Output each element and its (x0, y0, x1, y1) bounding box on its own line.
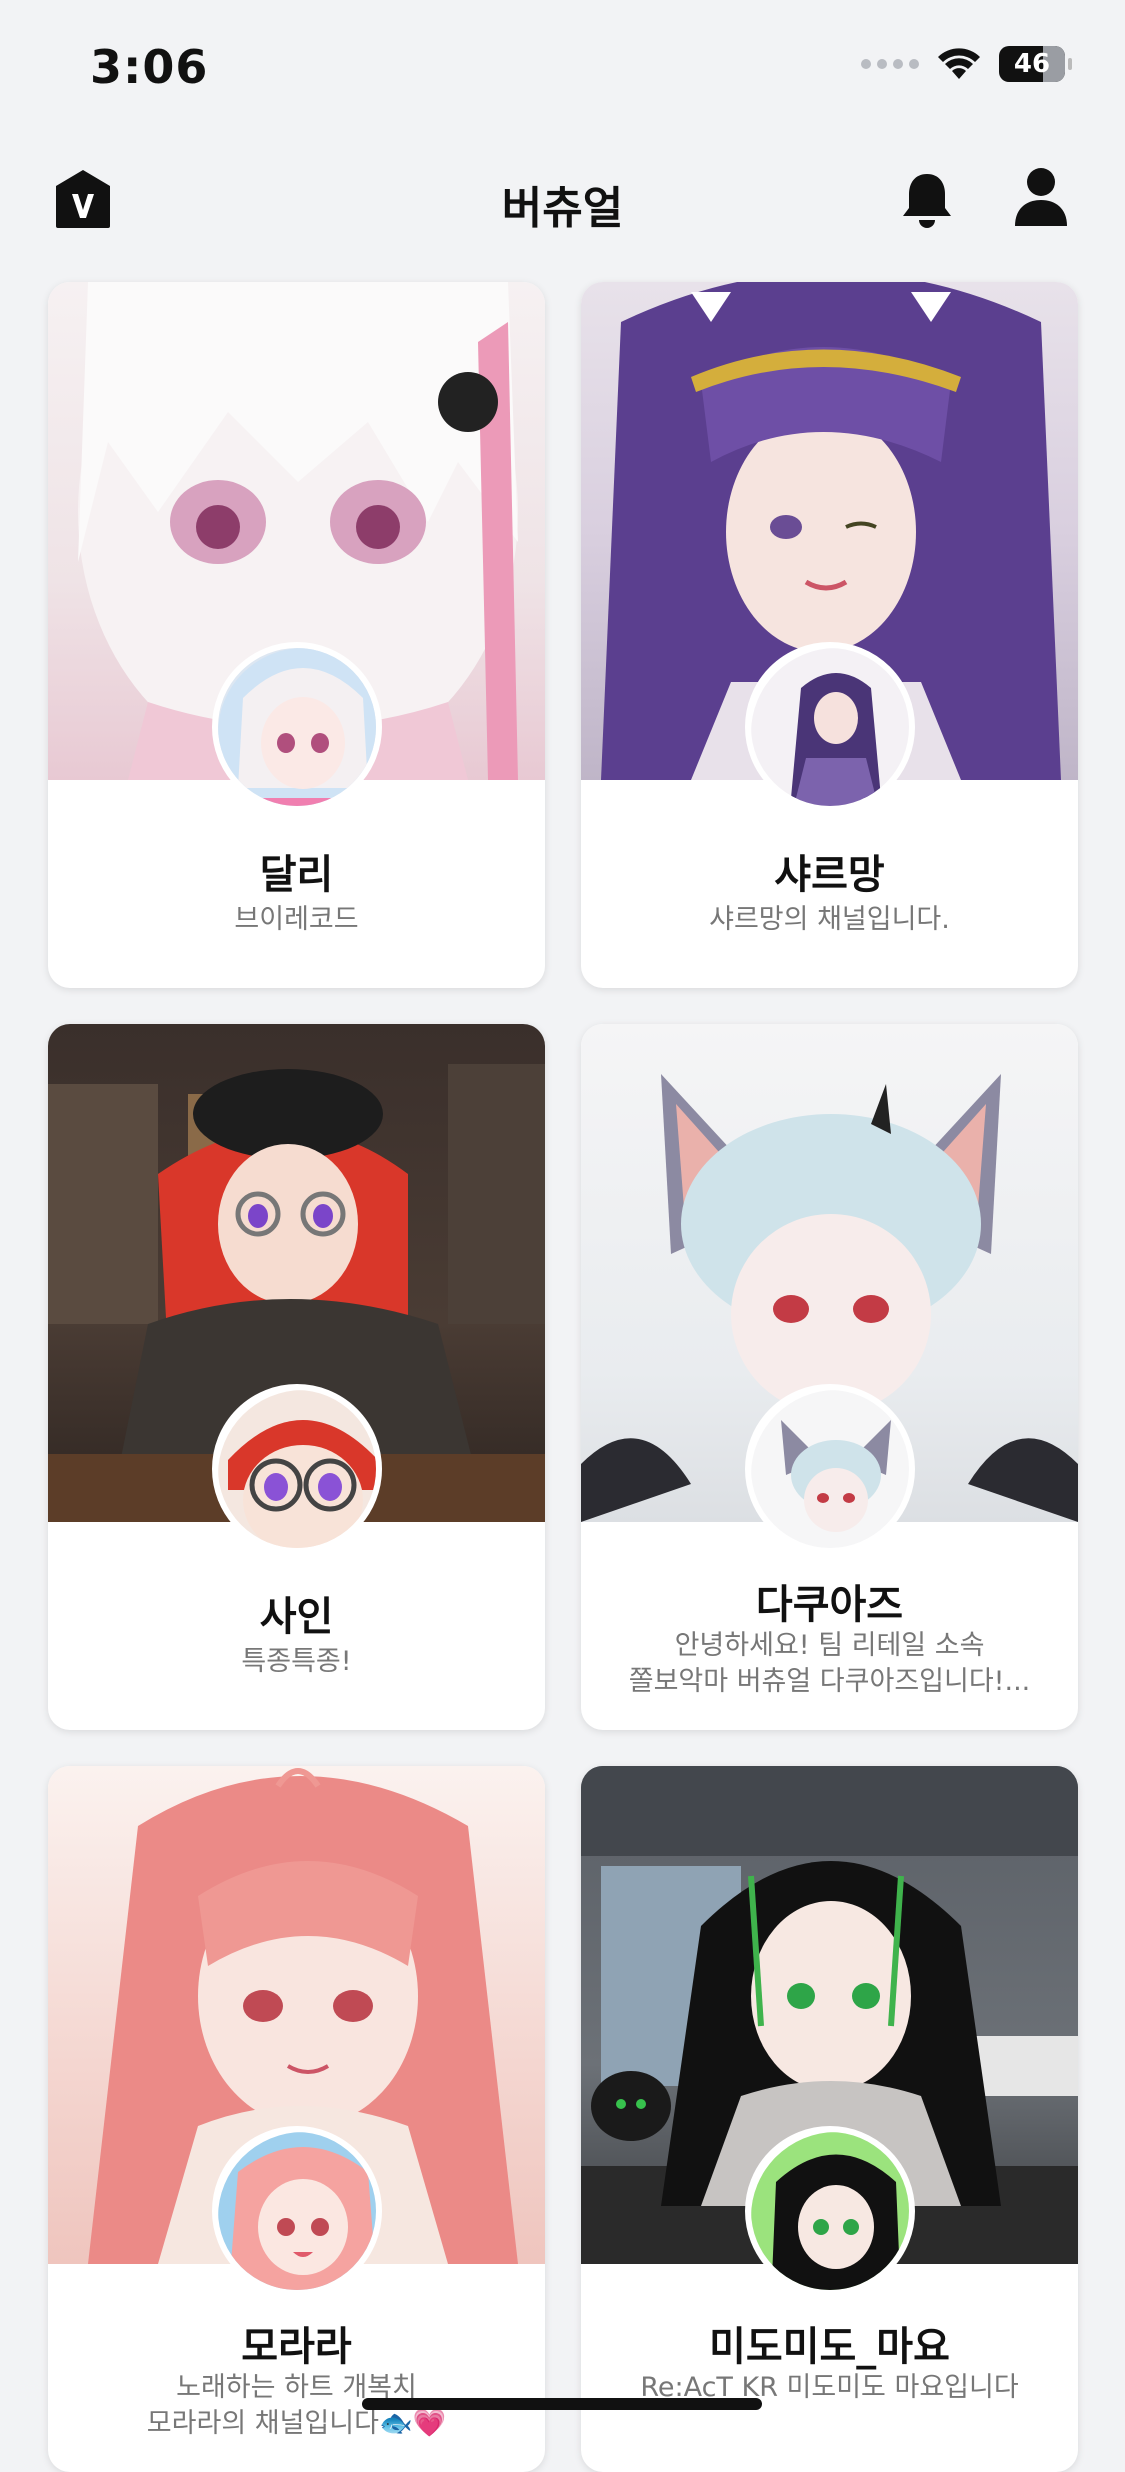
page-title: 버츄얼 (501, 183, 624, 234)
description-line: 브이레코드 (234, 904, 359, 935)
channel-card[interactable]: 모라라 노래하는 하트 개복치 모라라의 채널입니다🐟💗 (48, 1766, 545, 2472)
channel-avatar (744, 1384, 915, 1554)
channel-card[interactable]: 다쿠아즈 안녕하세요! 팀 리테일 소속 쫄보악마 버츄얼 다쿠아즈입니다!..… (581, 1024, 1078, 1730)
status-icons: 46 (861, 46, 1072, 82)
channel-description: 브이레코드 (78, 902, 515, 938)
description-line: 샤르망의 채널입니다. (709, 904, 950, 935)
app-header: 버츄얼 (0, 150, 1125, 250)
channel-avatar (211, 2126, 382, 2296)
channel-card[interactable]: 미도미도_마요 Re:AcT KR 미도미도 마요입니다 (581, 1766, 1078, 2472)
channel-avatar (211, 642, 382, 812)
description-line: 특종특종! (241, 1646, 352, 1677)
channel-description: 안녕하세요! 팀 리테일 소속 쫄보악마 버츄얼 다쿠아즈입니다!... (611, 1628, 1048, 1700)
cellular-signal-icon (861, 59, 919, 69)
battery-icon: 46 (999, 46, 1072, 82)
channel-name: 다쿠아즈 (755, 1582, 904, 1628)
channel-name: 사인 (259, 1594, 334, 1640)
channel-description: 특종특종! (78, 1644, 515, 1680)
channel-card[interactable]: 달리 브이레코드 (48, 282, 545, 988)
channel-card[interactable]: 사인 특종특종! (48, 1024, 545, 1730)
user-icon[interactable] (1013, 166, 1069, 228)
description-line: 모라라의 채널입니다🐟💗 (146, 2408, 447, 2439)
channel-name: 미도미도_마요 (709, 2324, 950, 2370)
battery-level: 46 (1013, 49, 1051, 79)
wifi-icon (938, 48, 980, 79)
channel-grid: 달리 브이레코드 샤르망 샤르망의 채널입니다. 사인 특종특종! 다쿠아즈 안… (48, 282, 1078, 2472)
channel-avatar (211, 1384, 382, 1554)
description-line: 쫄보악마 버츄얼 다쿠아즈입니다!... (628, 1666, 1031, 1697)
home-indicator[interactable] (362, 2398, 762, 2410)
bell-icon[interactable] (899, 170, 955, 230)
channel-name: 샤르망 (774, 852, 885, 898)
description-line: 안녕하세요! 팀 리테일 소속 (674, 1630, 985, 1661)
channel-card[interactable]: 샤르망 샤르망의 채널입니다. (581, 282, 1078, 988)
channel-avatar (744, 642, 915, 812)
channel-description: 샤르망의 채널입니다. (611, 902, 1048, 938)
channel-name: 달리 (259, 852, 334, 898)
status-time: 3:06 (90, 40, 209, 94)
status-bar: 3:06 46 (0, 0, 1125, 140)
channel-avatar (744, 2126, 915, 2296)
channel-name: 모라라 (241, 2324, 352, 2370)
